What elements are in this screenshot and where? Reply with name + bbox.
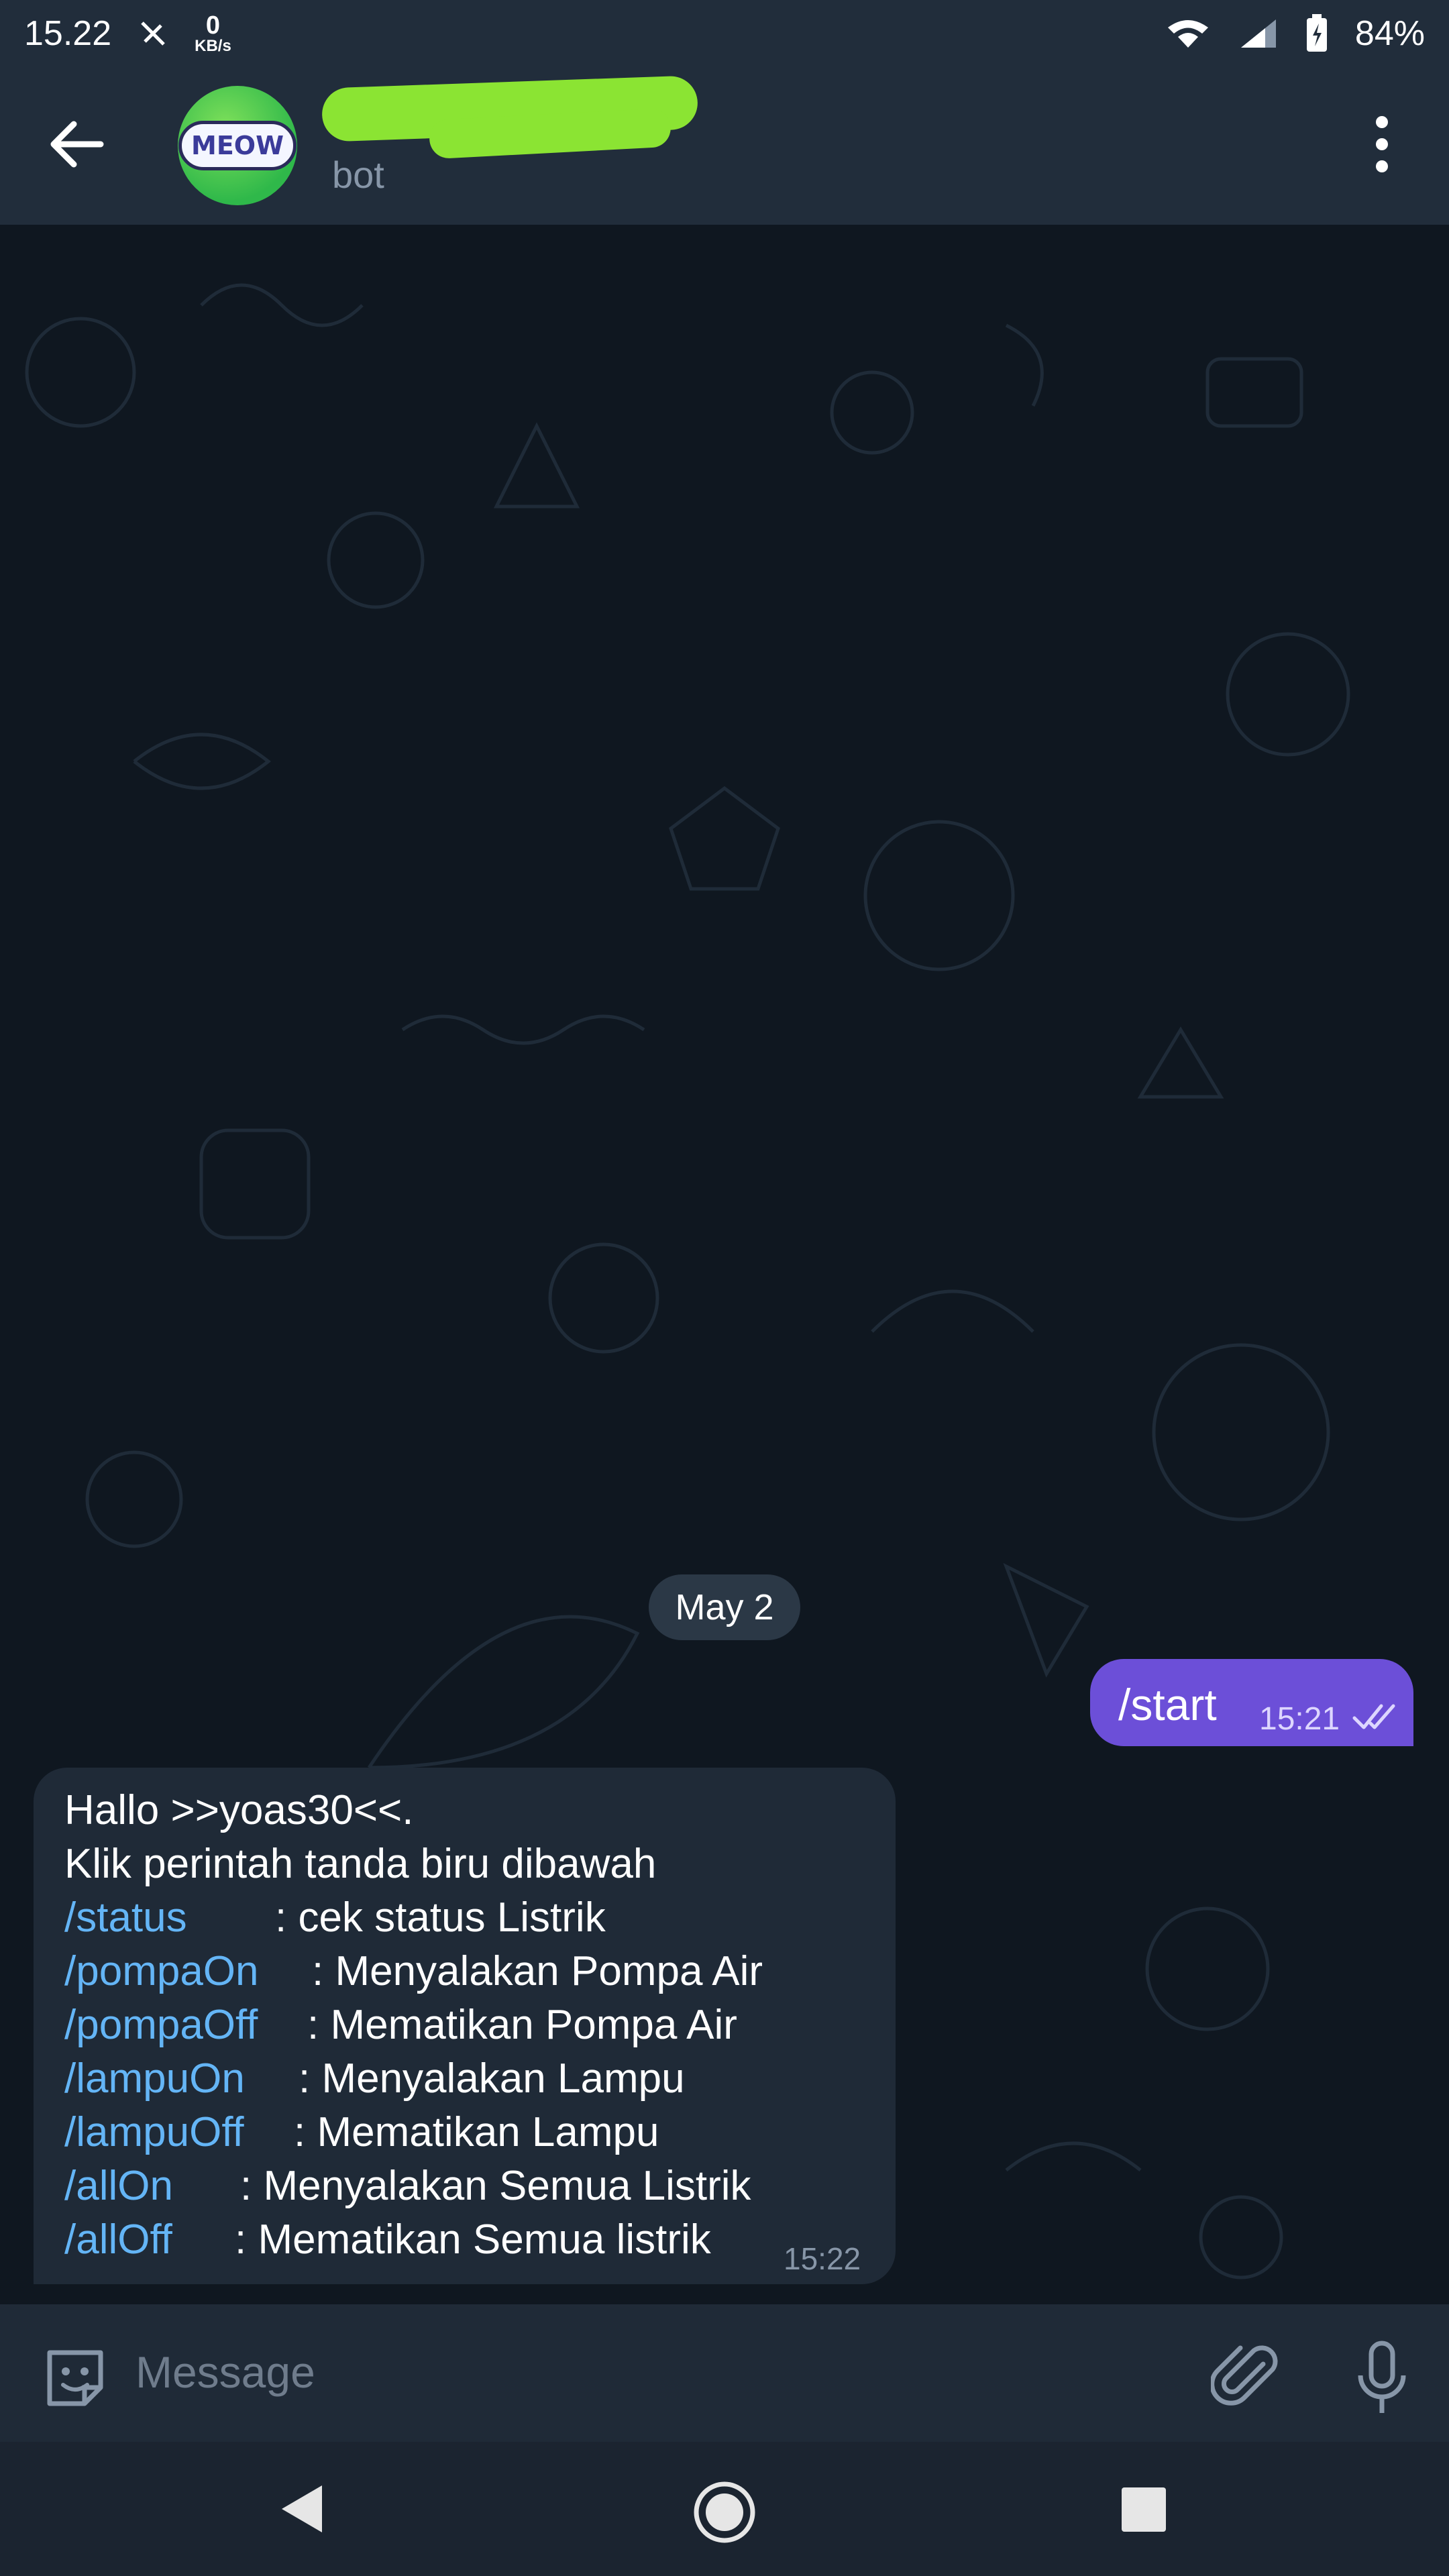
signal-icon <box>1240 19 1276 48</box>
command-description: : Menyalakan Lampu <box>299 2055 685 2102</box>
chat-subtitle: bot <box>332 154 384 196</box>
command-description: : Menyalakan Semua Listrik <box>240 2163 751 2209</box>
message-instruction: Klik perintah tanda biru dibawah <box>64 1841 657 1887</box>
message-composer <box>0 2304 1449 2442</box>
command-link-lampuoff[interactable]: /lampuOff <box>64 2109 244 2155</box>
network-speed-value: 0 <box>205 11 221 40</box>
command-description: : Menyalakan Pompa Air <box>312 1948 763 1994</box>
command-link-pompaoff[interactable]: /pompaOff <box>64 2002 258 2048</box>
chat-header: MEOW bot <box>0 67 1449 225</box>
double-check-icon <box>1352 1704 1395 1729</box>
network-speed: 0 KB/s <box>195 13 231 54</box>
nav-home-icon[interactable] <box>691 2479 758 2546</box>
command-row: /lampuOn <box>64 2055 245 2102</box>
status-bar: 15.22 0 KB/s 84% <box>0 0 1449 67</box>
nfc-off-icon <box>141 21 165 46</box>
command-description: : Mematikan Pompa Air <box>307 2002 737 2048</box>
command-description: : cek status Listrik <box>275 1894 606 1941</box>
message-greeting: Hallo >>yoas30<<. <box>64 1787 414 1833</box>
command-link-alloff[interactable]: /allOff <box>64 2216 172 2263</box>
status-time: 15.22 <box>24 14 112 53</box>
command-description: : Mematikan Semua listrik <box>235 2216 711 2263</box>
command-row: /lampuOff <box>64 2108 244 2156</box>
microphone-icon[interactable] <box>1348 2338 1415 2418</box>
command-description: : Mematikan Lampu <box>294 2109 659 2155</box>
battery-level: 84% <box>1354 14 1425 53</box>
command-row: /pompaOn <box>64 1947 259 1995</box>
date-separator: May 2 <box>649 1574 800 1640</box>
wifi-icon <box>1167 20 1208 48</box>
chat-area[interactable]: May 2 /start 15:21 Hallo >>yoas30<<. Kli… <box>0 225 1449 2304</box>
nav-recents-icon[interactable] <box>1122 2487 1166 2532</box>
command-row: /pompaOff <box>64 2001 258 2049</box>
avatar-logo-text: MEOW <box>178 121 297 170</box>
paperclip-icon[interactable] <box>1211 2341 1285 2415</box>
back-arrow-icon[interactable] <box>40 107 114 181</box>
incoming-message[interactable]: Hallo >>yoas30<<. Klik perintah tanda bi… <box>34 1768 896 2284</box>
network-speed-unit: KB/s <box>195 37 231 55</box>
outgoing-message-text: /start <box>1118 1680 1217 1729</box>
sticker-emoji-icon[interactable] <box>40 2343 110 2413</box>
nav-back-icon[interactable] <box>275 2479 329 2539</box>
outgoing-message-time: 15:21 <box>1259 1701 1340 1737</box>
command-link-allon[interactable]: /allOn <box>64 2163 173 2209</box>
more-options-icon[interactable] <box>1355 107 1409 181</box>
outgoing-message[interactable]: /start 15:21 <box>1090 1659 1413 1746</box>
avatar[interactable]: MEOW <box>178 86 297 205</box>
system-navigation-bar <box>0 2442 1449 2576</box>
message-input[interactable] <box>134 2331 1177 2413</box>
command-row: /allOff <box>64 2216 172 2263</box>
command-link-lampuon[interactable]: /lampuOn <box>64 2055 245 2102</box>
incoming-message-time: 15:22 <box>784 2241 861 2276</box>
command-row: /status <box>64 1894 187 1941</box>
command-link-pompaon[interactable]: /pompaOn <box>64 1948 259 1994</box>
command-link-status[interactable]: /status <box>64 1894 187 1941</box>
battery-icon <box>1306 14 1327 52</box>
command-row: /allOn <box>64 2162 173 2210</box>
